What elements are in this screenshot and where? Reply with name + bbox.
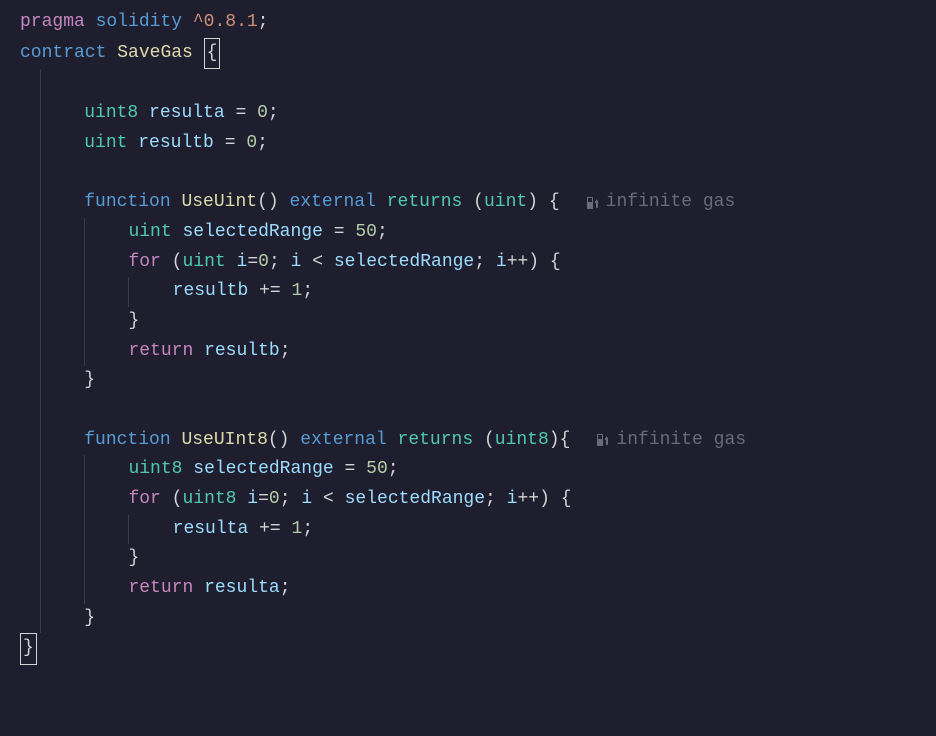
- close-brace: }: [128, 307, 139, 337]
- open-brace-cursor: {: [204, 38, 221, 70]
- keyword-return: return: [128, 337, 193, 367]
- code-line: for (uint i=0; i < selectedRange; i++) {: [0, 248, 936, 278]
- blank-line: [0, 158, 936, 188]
- code-line: for (uint8 i=0; i < selectedRange; i++) …: [0, 485, 936, 515]
- code-line: }: [0, 307, 936, 337]
- type-uint8: uint8: [84, 99, 138, 129]
- code-line: resultb += 1;: [0, 277, 936, 307]
- code-line: }: [0, 633, 936, 665]
- contract-name: SaveGas: [117, 39, 193, 69]
- version-literal: ^0.8.1: [193, 8, 258, 38]
- number-literal: 0: [246, 129, 257, 159]
- code-line: uint selectedRange = 50;: [0, 218, 936, 248]
- code-line: return resultb;: [0, 337, 936, 367]
- code-line: }: [0, 604, 936, 634]
- code-line: uint8 selectedRange = 50;: [0, 455, 936, 485]
- code-line: uint resultb = 0;: [0, 129, 936, 159]
- code-line: pragma solidity ^0.8.1;: [0, 8, 936, 38]
- code-editor[interactable]: pragma solidity ^0.8.1; contract SaveGas…: [0, 8, 936, 665]
- keyword-returns: returns: [387, 188, 463, 218]
- type-uint: uint: [484, 188, 527, 218]
- function-name: UseUint: [181, 188, 257, 218]
- close-brace-cursor: }: [20, 633, 37, 665]
- keyword-pragma: pragma: [20, 8, 85, 38]
- gas-pump-icon: [584, 195, 600, 211]
- function-name: UseUInt8: [181, 426, 267, 456]
- keyword-for: for: [128, 248, 160, 278]
- code-line: resulta += 1;: [0, 515, 936, 545]
- type-uint: uint: [128, 218, 171, 248]
- keyword-function: function: [84, 426, 170, 456]
- blank-line: [0, 69, 936, 99]
- blank-line: [0, 396, 936, 426]
- code-line: }: [0, 366, 936, 396]
- code-line: uint8 resulta = 0;: [0, 99, 936, 129]
- var-selectedRange: selectedRange: [182, 218, 322, 248]
- type-uint: uint: [84, 129, 127, 159]
- var-resulta: resulta: [149, 99, 225, 129]
- keyword-solidity: solidity: [96, 8, 182, 38]
- number-literal: 0: [257, 99, 268, 129]
- gas-pump-icon: [594, 432, 610, 448]
- keyword-external: external: [290, 188, 376, 218]
- code-line: contract SaveGas {: [0, 38, 936, 70]
- gas-hint-text: infinite gas: [616, 426, 746, 456]
- keyword-contract: contract: [20, 39, 106, 69]
- gas-hint-text: infinite gas: [606, 188, 736, 218]
- gas-hint[interactable]: infinite gas: [584, 188, 736, 218]
- number-literal: 50: [355, 218, 377, 248]
- close-brace: }: [84, 366, 95, 396]
- code-line: function UseUint() external returns (uin…: [0, 188, 936, 218]
- code-line: function UseUInt8() external returns (ui…: [0, 426, 936, 456]
- code-line: return resulta;: [0, 574, 936, 604]
- keyword-function: function: [84, 188, 170, 218]
- var-resultb: resultb: [138, 129, 214, 159]
- semicolon: ;: [258, 8, 269, 38]
- var-resultb: resultb: [173, 277, 249, 307]
- gas-hint[interactable]: infinite gas: [594, 426, 746, 456]
- code-line: }: [0, 544, 936, 574]
